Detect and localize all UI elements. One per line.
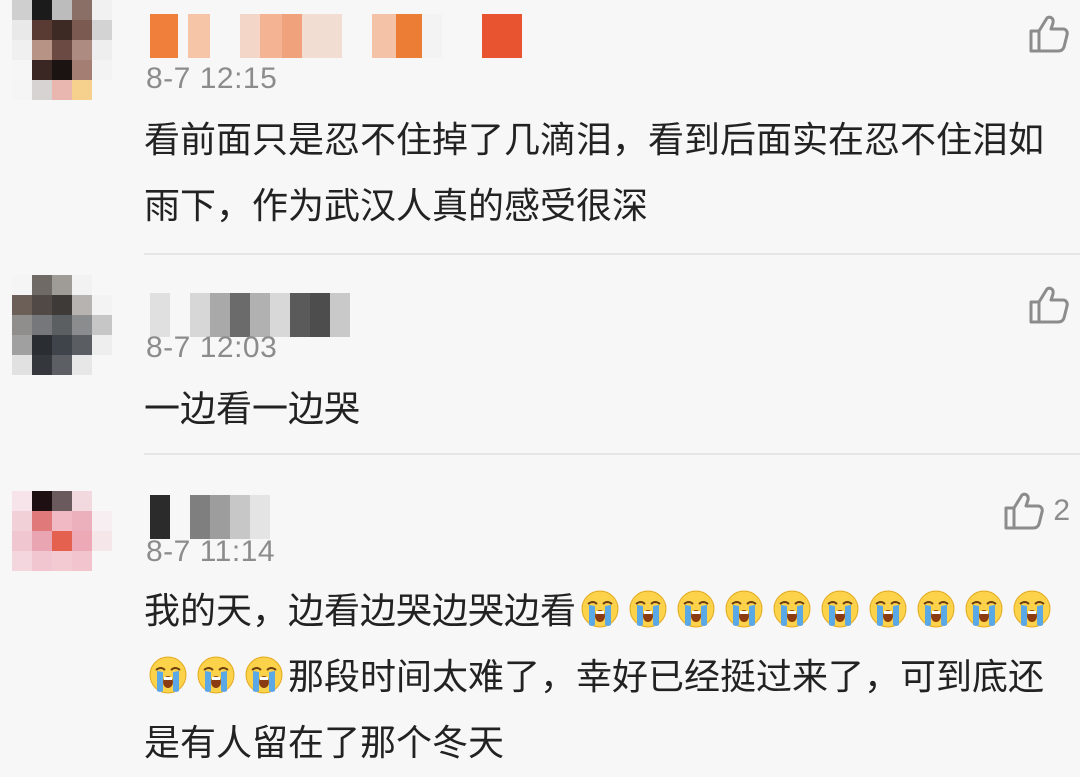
loudly-crying-face-icon <box>725 590 763 628</box>
emoji-group <box>576 590 1008 632</box>
comment-text-start: 我的天，边看边哭边哭边看 <box>144 591 577 632</box>
loudly-crying-face-icon <box>773 590 811 628</box>
loudly-crying-face-icon <box>197 656 235 694</box>
loudly-crying-face-icon <box>629 590 667 628</box>
comment-item: 8-7 12:03 一边看一边哭 <box>0 255 1080 455</box>
username-pixelated[interactable] <box>150 14 522 58</box>
thumbs-up-icon <box>1029 15 1069 53</box>
loudly-crying-face-icon <box>917 590 955 628</box>
comment-text: 看前面只是忍不住掉了几滴泪，看到后面实在忍不住泪如雨下，作为武汉人真的感受很深 <box>144 120 1045 227</box>
thumbs-up-icon <box>1029 286 1069 324</box>
comment-text: 一边看一边哭 <box>144 389 361 430</box>
like-button[interactable]: 2 <box>1003 491 1070 531</box>
loudly-crying-face-icon <box>869 590 907 628</box>
comment-item: 8-7 12:15 看前面只是忍不住掉了几滴泪，看到后面实在忍不住泪如雨下，作为… <box>0 0 1080 255</box>
avatar[interactable] <box>12 0 112 100</box>
comment-item: 8-7 11:14 我的天，边看边哭边哭边看那段时间太难了，幸好已经挺过来了，可… <box>0 455 1080 764</box>
avatar[interactable] <box>12 491 112 591</box>
loudly-crying-face-icon <box>149 656 187 694</box>
like-count: 2 <box>1053 494 1070 527</box>
comment-time: 8-7 12:15 <box>146 62 278 95</box>
comment-time: 8-7 11:14 <box>146 535 276 568</box>
loudly-crying-face-icon <box>581 590 619 628</box>
comment-text: 我的天，边看边哭边哭边看那段时间太难了，幸好已经挺过来了，可到底还是有人留在了那… <box>144 579 1066 777</box>
loudly-crying-face-icon <box>821 590 859 628</box>
comment-time: 8-7 12:03 <box>146 331 278 364</box>
loudly-crying-face-icon <box>677 590 715 628</box>
like-button[interactable] <box>1028 14 1070 54</box>
like-button[interactable] <box>1028 285 1070 325</box>
username-pixelated[interactable] <box>150 495 270 539</box>
loudly-crying-face-icon <box>965 590 1003 628</box>
loudly-crying-face-icon <box>245 656 283 694</box>
thumbs-up-icon <box>1004 492 1045 530</box>
avatar[interactable] <box>12 275 112 375</box>
loudly-crying-face-icon <box>1013 590 1051 628</box>
